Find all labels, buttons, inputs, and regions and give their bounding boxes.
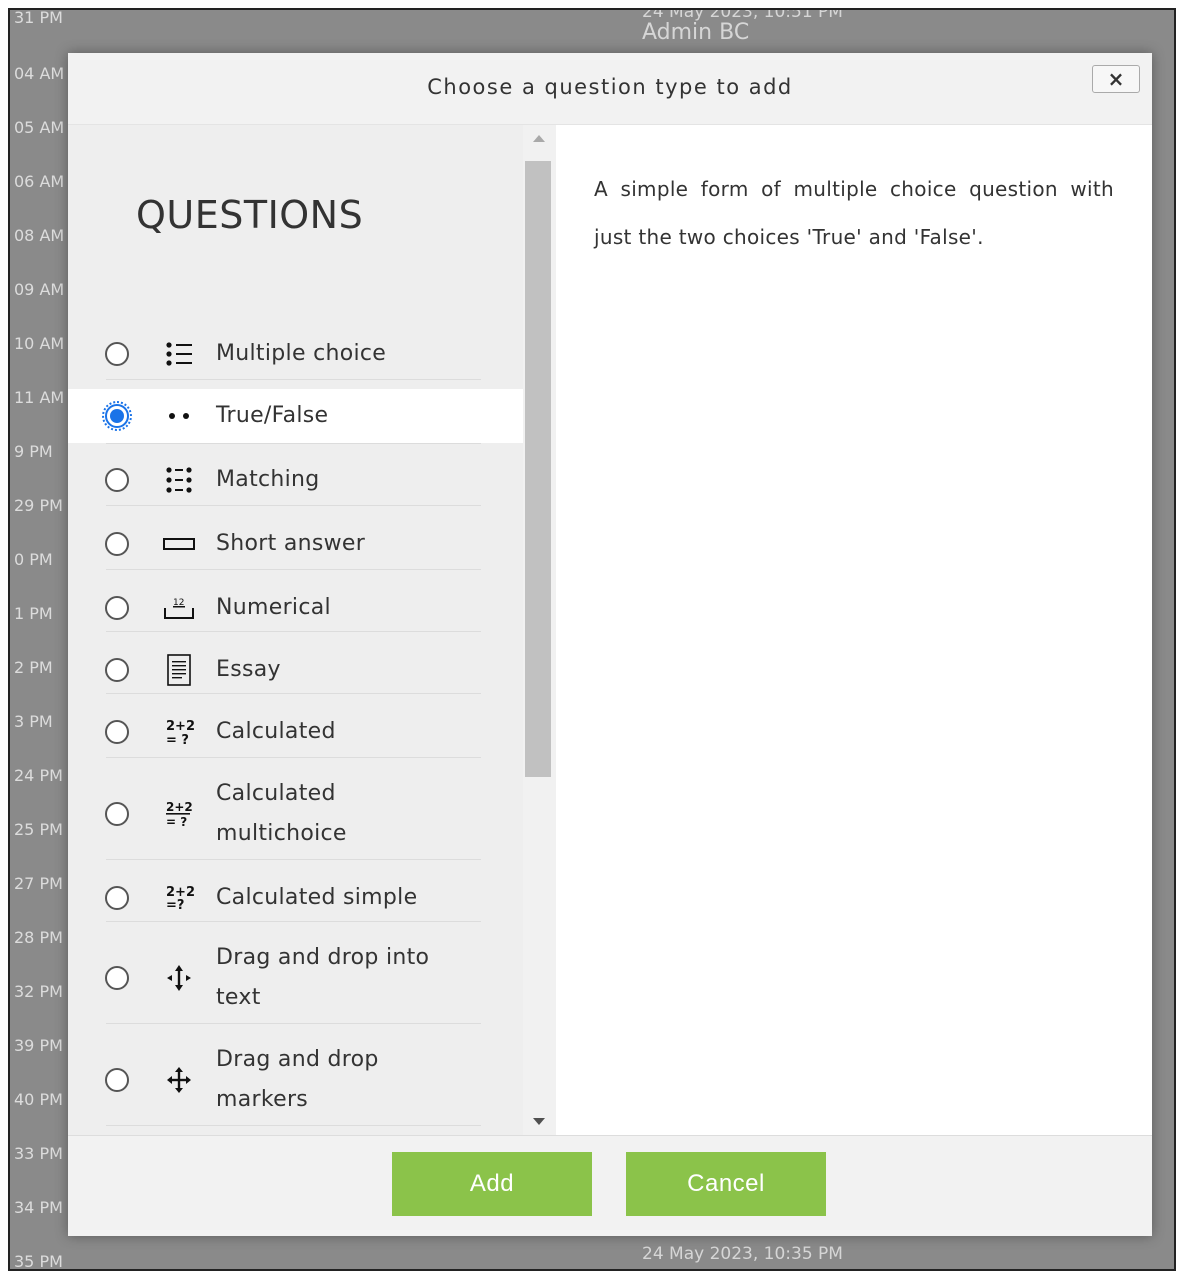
description-pane: A simple form of multiple choice questio… bbox=[556, 125, 1152, 1135]
question-type-radio[interactable] bbox=[105, 802, 129, 826]
background-time-label: 40 PM bbox=[14, 1090, 63, 1109]
scroll-down-arrow-icon[interactable] bbox=[533, 1118, 545, 1125]
background-time-label: 35 PM bbox=[14, 1252, 63, 1271]
background-time-label: 2 PM bbox=[14, 658, 53, 677]
text-box-icon bbox=[163, 528, 195, 560]
move-icon bbox=[163, 962, 195, 994]
list-icon bbox=[163, 338, 195, 370]
question-type-radio[interactable] bbox=[105, 468, 129, 492]
background-time-label: 39 PM bbox=[14, 1036, 63, 1055]
calculated-simple-icon: 2+2 =? bbox=[163, 882, 195, 914]
background-time-label: 33 PM bbox=[14, 1144, 63, 1163]
question-type-label: Multiple choice bbox=[216, 341, 387, 366]
question-type-option[interactable]: Multiple choice bbox=[68, 331, 523, 377]
question-type-label: Matching bbox=[216, 467, 320, 492]
background-time-label: 28 PM bbox=[14, 928, 63, 947]
question-type-radio[interactable] bbox=[102, 401, 132, 431]
question-type-option[interactable]: 2+2 = ? Calculated multichoice bbox=[68, 769, 523, 859]
dialog-body: QUESTIONS Multiple choice True/False Match… bbox=[68, 125, 1152, 1135]
background-time-label: 34 PM bbox=[14, 1198, 63, 1217]
background-time-label: 06 AM bbox=[14, 172, 65, 191]
question-type-option[interactable]: 12 Numerical bbox=[68, 581, 523, 635]
dialog-title: Choose a question type to add bbox=[427, 75, 793, 99]
background-time-label: 11 AM bbox=[14, 388, 65, 407]
background-time-label: 9 PM bbox=[14, 442, 53, 461]
option-divider bbox=[106, 1125, 481, 1126]
background-time-label: 04 AM bbox=[14, 64, 65, 83]
questions-heading: QUESTIONS bbox=[136, 193, 364, 237]
question-type-label: Drag and drop markers bbox=[216, 1047, 379, 1112]
svg-text:=?: =? bbox=[166, 898, 184, 913]
question-type-dialog: Choose a question type to add × QUESTION… bbox=[68, 53, 1152, 1236]
background-top-user: Admin BC bbox=[642, 20, 750, 45]
question-type-label: Calculated multichoice bbox=[216, 781, 347, 846]
question-type-label: Calculated bbox=[216, 719, 336, 744]
svg-text:2+2: 2+2 bbox=[166, 719, 195, 734]
background-time-label: 24 PM bbox=[14, 766, 63, 785]
scroll-up-arrow-icon[interactable] bbox=[533, 135, 545, 142]
calculated-icon: 2+2 = ? bbox=[163, 716, 195, 748]
option-divider bbox=[106, 379, 481, 380]
background-time-label: 0 PM bbox=[14, 550, 53, 569]
question-type-label: Calculated simple bbox=[216, 885, 418, 910]
question-type-label: True/False bbox=[216, 403, 329, 428]
question-type-description: A simple form of multiple choice questio… bbox=[594, 177, 1114, 249]
option-divider bbox=[106, 443, 481, 444]
cancel-button[interactable]: Cancel bbox=[626, 1152, 826, 1216]
question-type-radio[interactable] bbox=[105, 596, 129, 620]
document-icon bbox=[163, 654, 195, 686]
background-time-label: 27 PM bbox=[14, 874, 63, 893]
question-type-option[interactable]: Short answer bbox=[68, 517, 523, 571]
question-type-label: Drag and drop into text bbox=[216, 945, 430, 1010]
question-type-label: Numerical bbox=[216, 595, 331, 620]
svg-text:2+2: 2+2 bbox=[166, 800, 193, 814]
close-button[interactable]: × bbox=[1092, 65, 1140, 93]
background-time-label: 05 AM bbox=[14, 118, 65, 137]
question-type-option[interactable]: Matching bbox=[68, 453, 523, 507]
close-icon: × bbox=[1107, 67, 1125, 91]
background-time-label: 08 AM bbox=[14, 226, 65, 245]
question-type-option[interactable]: Drag and drop markers bbox=[68, 1035, 523, 1125]
question-type-radio[interactable] bbox=[105, 886, 129, 910]
svg-text:= ?: = ? bbox=[166, 733, 189, 747]
calculated-multichoice-icon: 2+2 = ? bbox=[163, 798, 195, 830]
background-time-label: 32 PM bbox=[14, 982, 63, 1001]
question-type-radio[interactable] bbox=[105, 342, 129, 366]
question-type-option[interactable]: 2+2 =? Calculated simple bbox=[68, 871, 523, 925]
background-time-label: 3 PM bbox=[14, 712, 53, 731]
question-type-option[interactable]: 2+2 = ? Calculated bbox=[68, 705, 523, 759]
background-time-label: 25 PM bbox=[14, 820, 63, 839]
question-type-label: Short answer bbox=[216, 531, 366, 556]
matching-dots-icon bbox=[163, 464, 195, 496]
background-time-label: 31 PM bbox=[14, 8, 63, 27]
background-time-label: 29 PM bbox=[14, 496, 63, 515]
dialog-footer: Add Cancel bbox=[68, 1135, 1152, 1236]
options-scrollbar[interactable] bbox=[523, 125, 556, 1135]
question-type-radio[interactable] bbox=[105, 1068, 129, 1092]
question-type-label: Essay bbox=[216, 657, 281, 682]
dialog-header: Choose a question type to add × bbox=[68, 53, 1152, 125]
numerical-icon: 12 bbox=[163, 592, 195, 624]
two-dots-icon bbox=[163, 400, 195, 432]
add-button[interactable]: Add bbox=[392, 1152, 592, 1216]
scroll-thumb[interactable] bbox=[525, 161, 551, 777]
background-time-label: 1 PM bbox=[14, 604, 53, 623]
question-type-radio[interactable] bbox=[105, 720, 129, 744]
question-type-radio[interactable] bbox=[105, 532, 129, 556]
question-options-pane[interactable]: QUESTIONS Multiple choice True/False Match… bbox=[68, 125, 523, 1135]
question-type-option[interactable]: True/False bbox=[68, 389, 523, 443]
question-type-radio[interactable] bbox=[105, 658, 129, 682]
option-divider bbox=[106, 859, 481, 860]
question-type-option[interactable]: Drag and drop into text bbox=[68, 933, 523, 1023]
background-time-label: 10 AM bbox=[14, 334, 65, 353]
background-time-label: 09 AM bbox=[14, 280, 65, 299]
question-type-radio[interactable] bbox=[105, 966, 129, 990]
option-divider bbox=[106, 1023, 481, 1024]
move-markers-icon bbox=[163, 1064, 195, 1096]
background-bottom-date: 24 May 2023, 10:35 PM bbox=[642, 1244, 843, 1264]
background-top-entry: 24 May 2023, 10:51 PM Admin BC bbox=[642, 10, 843, 45]
svg-text:= ?: = ? bbox=[166, 815, 187, 829]
question-type-option[interactable]: Essay bbox=[68, 643, 523, 697]
